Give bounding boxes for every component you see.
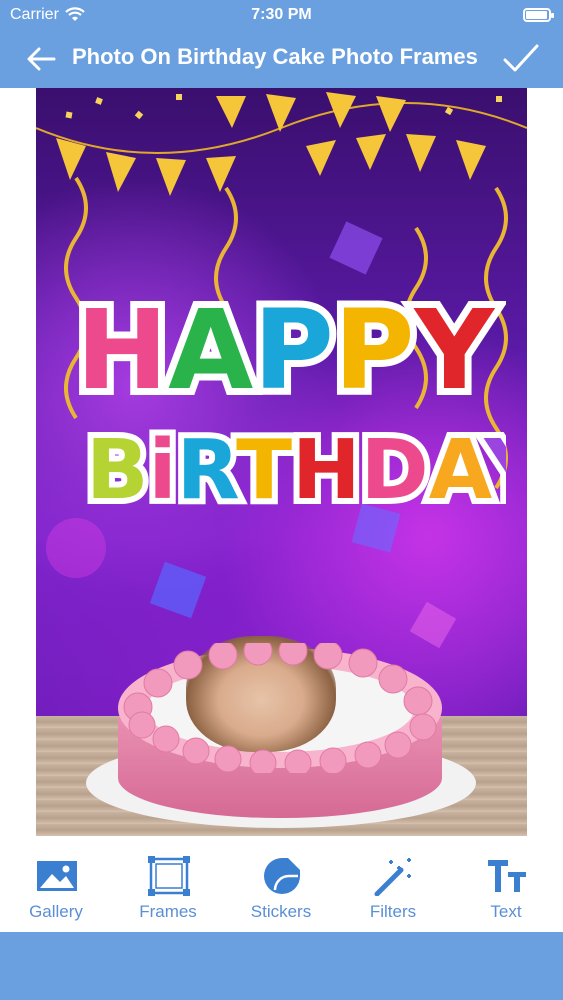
navigation-bar: Photo On Birthday Cake Photo Frames bbox=[0, 30, 563, 88]
headline-happy: HAPPY bbox=[76, 286, 495, 414]
magic-wand-icon bbox=[374, 858, 411, 896]
happy-birthday-headline: HAPPY HAPPY BiRTHDAY! BiRTHDAY! bbox=[69, 279, 506, 518]
text-icon bbox=[488, 860, 526, 892]
frames-button[interactable]: Frames bbox=[112, 836, 224, 932]
status-bar: Carrier 7:30 PM bbox=[0, 0, 563, 30]
gallery-label: Gallery bbox=[29, 902, 83, 921]
filters-label: Filters bbox=[369, 902, 417, 921]
sticker-icon bbox=[264, 858, 300, 894]
text-button[interactable]: Text bbox=[450, 836, 562, 932]
image-icon bbox=[37, 861, 77, 891]
battery-icon bbox=[523, 8, 554, 22]
page-title: Photo On Birthday Cake Photo Frames bbox=[72, 44, 478, 69]
checkmark-icon[interactable] bbox=[501, 40, 541, 76]
arrow-left-icon[interactable] bbox=[24, 42, 58, 76]
bottom-bar bbox=[0, 932, 563, 1000]
bottom-toolbar: Gallery Frames Stickers Filters Text bbox=[0, 836, 563, 932]
stickers-button[interactable]: Stickers bbox=[225, 836, 337, 932]
stickers-label: Stickers bbox=[250, 902, 312, 921]
filters-button[interactable]: Filters bbox=[337, 836, 449, 932]
frames-label: Frames bbox=[139, 902, 197, 921]
gallery-button[interactable]: Gallery bbox=[0, 836, 112, 932]
clock: 7:30 PM bbox=[251, 6, 312, 23]
frame-icon bbox=[148, 856, 190, 896]
headline-birthday: BiRTHDAY! bbox=[86, 423, 506, 518]
photo-canvas[interactable]: HAPPY HAPPY BiRTHDAY! BiRTHDAY! bbox=[36, 88, 527, 836]
cake-frosting-dots bbox=[123, 643, 437, 773]
text-label: Text bbox=[490, 902, 522, 921]
